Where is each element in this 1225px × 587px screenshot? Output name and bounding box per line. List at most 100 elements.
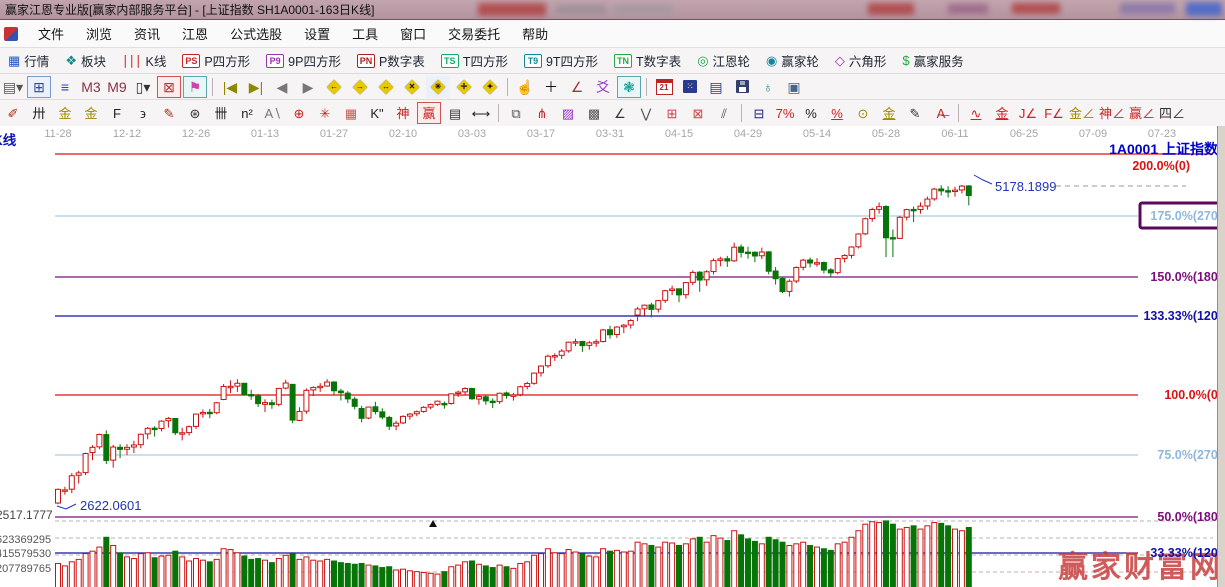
menu-item-2[interactable]: 资讯 (123, 20, 171, 47)
quick-item-sector-blocks[interactable]: ❖板块 (57, 49, 114, 72)
claw-tool-icon[interactable]: 爻 (591, 76, 615, 98)
menu-item-7[interactable]: 窗口 (389, 20, 437, 47)
angle-measure-icon[interactable]: ∠ (565, 76, 589, 98)
quick-item-quote-table[interactable]: ▦行情 (0, 49, 57, 72)
zoom-cross-icon[interactable]: ◆✛ (452, 76, 476, 98)
percent7-icon[interactable]: 7% (773, 102, 797, 124)
nine-cycle-icon[interactable]: ϶ (131, 102, 155, 124)
gold-circle-icon[interactable]: ⊙ (851, 102, 875, 124)
wave-tool-icon[interactable]: ∿ (964, 102, 988, 124)
ruler-grid-icon[interactable]: ▤ (443, 102, 467, 124)
flag-chart-icon[interactable]: ⚑ (183, 76, 207, 98)
quick-item-p-square[interactable]: PSP四方形 (174, 49, 258, 72)
menu-item-9[interactable]: 帮助 (511, 20, 559, 47)
gold-split-icon[interactable]: 金 (53, 102, 77, 124)
gold-under-icon[interactable]: 金 (877, 102, 901, 124)
gann-box-icon[interactable]: ▨ (556, 102, 580, 124)
j-angle-icon[interactable]: J∠ (1016, 102, 1040, 124)
right-scrollbar[interactable] (1217, 126, 1225, 587)
shen-tool-icon[interactable]: 神 (391, 102, 415, 124)
quick-item-p-number-table[interactable]: PNP数字表 (349, 49, 433, 72)
candle-style-dropdown-icon[interactable]: ▯▾ (131, 76, 155, 98)
grid-target-icon[interactable]: ▦ (339, 102, 363, 124)
calculator-icon[interactable]: ⁙ (678, 76, 702, 98)
save-icon[interactable] (730, 76, 754, 98)
percent-icon[interactable]: % (799, 102, 823, 124)
quick-item-t-square[interactable]: TST四方形 (433, 49, 516, 72)
send-web-icon[interactable]: ♁ (756, 76, 780, 98)
quick-item-winner-service[interactable]: $赢家服务 (894, 49, 971, 72)
zoom-all-icon[interactable]: ◆✳ (426, 76, 450, 98)
zoom-right-icon[interactable]: ◆→ (348, 76, 372, 98)
menu-item-3[interactable]: 江恩 (171, 20, 219, 47)
fib-line-icon[interactable]: F (105, 102, 129, 124)
mirror-tool-icon[interactable]: A∖ (261, 102, 285, 124)
network-diagram-icon[interactable]: ⊞ (27, 76, 51, 98)
red-grid-icon[interactable]: ⊞ (660, 102, 684, 124)
quick-item-gann-wheel[interactable]: ◎江恩轮 (689, 49, 758, 72)
menu-item-8[interactable]: 交易委托 (437, 20, 511, 47)
f-angle-icon[interactable]: F∠ (1042, 102, 1066, 124)
quick-item-t-number-table[interactable]: TNT数字表 (606, 49, 689, 72)
quick-item-hexagon[interactable]: ◇六角形 (827, 49, 895, 72)
gann-square-icon[interactable]: ▩ (582, 102, 606, 124)
n2-cycle-icon[interactable]: n² (235, 102, 259, 124)
new-page-dropdown-icon[interactable]: ▤▾ (1, 76, 25, 98)
notes-icon[interactable]: ▤ (704, 76, 728, 98)
red-grid2-icon[interactable]: ⊠ (686, 102, 710, 124)
fan-lines-icon[interactable]: ⋔ (530, 102, 554, 124)
price-levels-icon[interactable]: ⊟ (747, 102, 771, 124)
title-bar[interactable]: 赢家江恩专业版[赢家内部服务平台] - [上证指数 SH1A0001-163日K… (0, 0, 1225, 20)
knife-tool-icon[interactable]: ✐ (1, 102, 25, 124)
nav-next-icon[interactable]: ▶ (296, 76, 320, 98)
zoom-both-icon[interactable]: ◆↔ (374, 76, 398, 98)
four-angle-icon[interactable]: 四∠ (1158, 102, 1186, 124)
wave9-icon[interactable]: M9 (105, 76, 129, 98)
win-tool-icon[interactable]: 赢 (417, 102, 441, 124)
quick-item-9t-square[interactable]: T99T四方形 (516, 49, 606, 72)
shen-angle-icon[interactable]: 神∠ (1098, 102, 1126, 124)
star-cycle-icon[interactable]: ✳ (313, 102, 337, 124)
percent-line-icon[interactable]: % (825, 102, 849, 124)
brain-cycle-icon[interactable]: ❃ (617, 76, 641, 98)
quick-item-winner-wheel[interactable]: ◉赢家轮 (758, 49, 827, 72)
menu-item-1[interactable]: 浏览 (75, 20, 123, 47)
info-list-icon[interactable]: ≡ (53, 76, 77, 98)
menu-item-0[interactable]: 文件 (27, 20, 75, 47)
gann-line-icon[interactable]: 卅 (27, 102, 51, 124)
parallel-lines-icon[interactable]: ⫽ (712, 102, 736, 124)
width-arrows-icon[interactable]: ⟷ (469, 102, 493, 124)
menu-item-4[interactable]: 公式选股 (219, 20, 293, 47)
nav-first-icon[interactable]: |◀ (218, 76, 242, 98)
gold-angle-icon[interactable]: 金∠ (1068, 102, 1096, 124)
hand-tool-icon[interactable]: ☝ (513, 76, 537, 98)
quick-item-kline[interactable]: ∣∣∣K线 (114, 49, 174, 72)
menu-item-6[interactable]: 工具 (341, 20, 389, 47)
brush-tool-icon[interactable]: ✎ (157, 102, 181, 124)
quick-item-9p-square[interactable]: P99P四方形 (258, 49, 349, 72)
calendar-icon[interactable]: 21 (652, 76, 676, 98)
kline-mark-icon[interactable]: K" (365, 102, 389, 124)
box-tool-icon[interactable]: ⧉ (504, 102, 528, 124)
gann-shape-icon[interactable]: ⊠ (157, 76, 181, 98)
nav-last-icon[interactable]: ▶| (244, 76, 268, 98)
zoom-center-icon[interactable]: ◆✦ (478, 76, 502, 98)
gold-red-icon[interactable]: 金 (990, 102, 1014, 124)
zigzag-icon[interactable]: ⋁ (634, 102, 658, 124)
zoom-close-icon[interactable]: ◆✕ (400, 76, 424, 98)
crosshair-tool-icon[interactable]: ＋ (539, 76, 563, 98)
nav-prev-icon[interactable]: ◀ (270, 76, 294, 98)
angle-lines-icon[interactable]: ∠ (608, 102, 632, 124)
zoom-left-icon[interactable]: ◆← (322, 76, 346, 98)
gold-split2-icon[interactable]: 金 (79, 102, 103, 124)
win-angle-icon[interactable]: 赢∠ (1128, 102, 1156, 124)
time-circle-icon[interactable]: ⊛ (183, 102, 207, 124)
menu-item-5[interactable]: 设置 (293, 20, 341, 47)
computer-transfer-icon[interactable]: ▣ (782, 76, 806, 98)
target-circle-icon[interactable]: ⊕ (287, 102, 311, 124)
hash-line-icon[interactable]: 卌 (209, 102, 233, 124)
kline-chart-canvas[interactable]: 11-2812-1212-2601-1301-2702-1003-0303-17… (0, 126, 1225, 587)
wave3-icon[interactable]: M3 (79, 76, 103, 98)
pen-levels-icon[interactable]: ✎ (903, 102, 927, 124)
a-strike-icon[interactable]: A̶ (929, 102, 953, 124)
